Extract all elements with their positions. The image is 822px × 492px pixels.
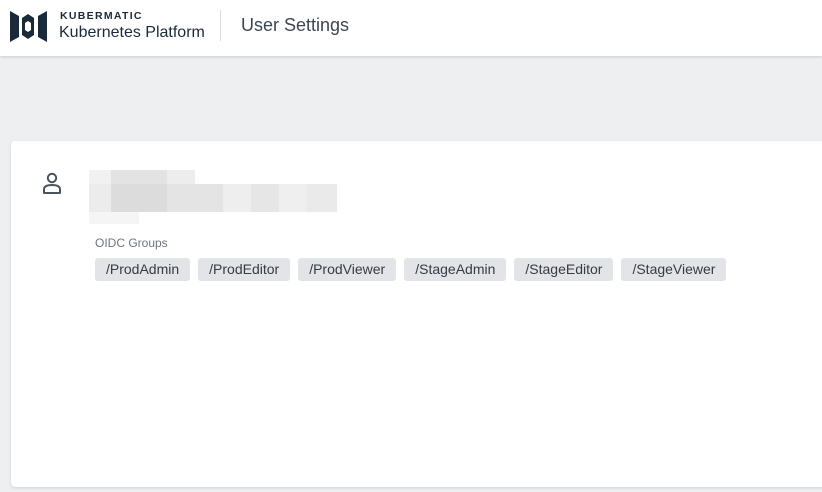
oidc-groups-label: OIDC Groups <box>95 236 168 250</box>
oidc-groups-list: /ProdAdmin /ProdEditor /ProdViewer /Stag… <box>95 258 727 281</box>
oidc-group-chip: /ProdEditor <box>198 258 291 281</box>
oidc-group-chip: /StageAdmin <box>404 258 507 281</box>
person-icon <box>43 172 61 194</box>
redacted-user-name <box>89 170 337 224</box>
brand-name: KUBERMATIC <box>60 10 143 22</box>
header-divider <box>220 10 221 41</box>
oidc-group-chip: /StageViewer <box>621 258 727 281</box>
brand-product: Kubernetes Platform <box>59 24 205 41</box>
kubermatic-logo-icon[interactable] <box>10 11 47 42</box>
oidc-group-chip: /ProdAdmin <box>95 258 191 281</box>
user-settings-card: OIDC Groups /ProdAdmin /ProdEditor /Prod… <box>11 141 822 487</box>
top-toolbar: KUBERMATIC Kubernetes Platform User Sett… <box>0 0 822 56</box>
oidc-group-chip: /StageEditor <box>514 258 614 281</box>
page-title: User Settings <box>241 15 350 35</box>
oidc-group-chip: /ProdViewer <box>298 258 397 281</box>
